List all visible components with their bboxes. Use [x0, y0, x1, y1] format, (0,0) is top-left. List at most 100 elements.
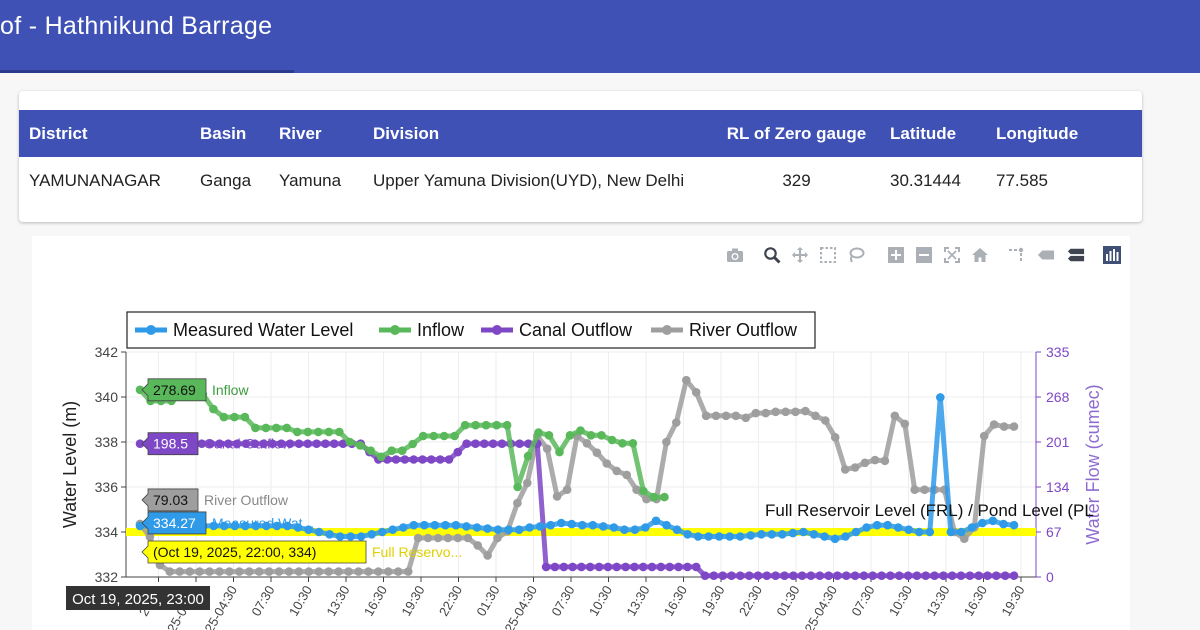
- hover-name: River Outflow: [204, 492, 289, 508]
- river-outflow-point: [840, 465, 850, 474]
- measured-water-level-point: [799, 527, 808, 537]
- y2-tick-label: 335: [1046, 344, 1070, 360]
- inflow-point: [460, 420, 470, 430]
- canal-outflow-point: [435, 455, 445, 464]
- measured-water-level-point: [883, 520, 892, 530]
- river-outflow-point: [473, 541, 483, 550]
- inflow-point: [209, 404, 218, 414]
- measured-water-level-point: [893, 523, 903, 532]
- hover-name: Inflow: [212, 382, 249, 398]
- canal-outflow-point: [488, 439, 498, 448]
- measured-water-level-point: [430, 520, 440, 530]
- river-outflow-point: [195, 567, 204, 576]
- river-outflow-point: [920, 485, 929, 494]
- measured-water-level-point: [872, 520, 882, 530]
- measured-water-level-point: [620, 525, 629, 534]
- hover-name: Full Reservo...: [372, 544, 462, 560]
- river-outflow-point: [850, 463, 860, 472]
- inflow-point: [345, 437, 355, 447]
- measured-water-level-point: [399, 523, 408, 532]
- legend-label: Canal Outflow: [519, 320, 633, 340]
- river-outflow-point: [165, 567, 175, 576]
- y2-tick-label: 134: [1046, 479, 1070, 495]
- inflow-point: [555, 447, 564, 457]
- river-outflow-point: [493, 533, 502, 543]
- river-outflow-point: [890, 411, 900, 421]
- chart-card: 332 334 336 338 340 342 0 67 134 201 268 335 Water L…: [32, 236, 1130, 630]
- river-outflow-point: [254, 567, 264, 576]
- measured-water-level-point: [409, 520, 419, 530]
- x-tick-label: 07:30: [548, 583, 577, 619]
- canal-outflow-point: [753, 571, 763, 580]
- river-outflow-point: [1009, 422, 1019, 431]
- river-outflow-point: [612, 466, 621, 476]
- x-tick-label: 07:30: [848, 583, 877, 619]
- canal-outflow-point: [912, 571, 922, 580]
- canal-outflow-point: [621, 562, 630, 572]
- canal-outflow-point: [665, 562, 674, 572]
- x-tick-label: 13:30: [323, 583, 352, 619]
- measured-water-level-point: [451, 520, 461, 530]
- y2-axis-title: Water Flow (cumec): [1083, 384, 1103, 544]
- inflow-point: [303, 427, 313, 437]
- measured-water-level-point: [493, 525, 503, 534]
- canal-outflow-point: [418, 455, 427, 464]
- inflow-point: [251, 423, 260, 433]
- legend-swatch-marker: [662, 325, 672, 335]
- river-outflow-point: [761, 408, 770, 418]
- canal-outflow-point: [859, 571, 869, 580]
- river-outflow-point: [324, 567, 334, 576]
- river-outflow-point: [731, 411, 741, 421]
- inflow-point: [649, 492, 659, 502]
- inflow-point: [219, 412, 229, 422]
- river-outflow-point: [215, 567, 224, 576]
- river-outflow-point: [245, 567, 254, 576]
- inflow-point: [429, 431, 439, 441]
- cell-rl-zero-gauge: 329: [782, 170, 811, 190]
- canal-outflow-point: [585, 562, 595, 572]
- canal-outflow-point: [453, 447, 463, 457]
- canal-outflow-point: [947, 571, 957, 580]
- river-outflow-point: [602, 459, 612, 468]
- measured-water-level-point: [788, 528, 798, 538]
- y-tick-label: 332: [95, 569, 119, 585]
- x-tick-label: 01:30: [473, 583, 502, 619]
- river-outflow-point: [691, 388, 701, 397]
- measured-water-level-point: [483, 524, 492, 533]
- river-outflow-point: [751, 408, 761, 418]
- measured-water-level-point: [641, 523, 650, 532]
- y-tick-label: 340: [95, 389, 119, 405]
- canal-outflow-point: [903, 571, 913, 580]
- hover-value: (Oct 19, 2025, 22:00, 334): [153, 544, 316, 560]
- measured-water-level-point: [851, 527, 861, 537]
- canal-outflow-point: [789, 571, 798, 580]
- river-outflow-point: [999, 422, 1009, 431]
- canal-outflow-point: [462, 439, 471, 448]
- y2-tick-label: 201: [1046, 434, 1070, 450]
- hover-label-canal: 198.5 Canal Outflow: [141, 432, 293, 456]
- river-outflow-point: [870, 455, 880, 465]
- canal-outflow-point: [559, 562, 569, 572]
- canal-outflow-point: [921, 571, 930, 580]
- x-tick-label: 22:30: [736, 583, 765, 619]
- hover-value: 278.69: [153, 382, 196, 398]
- legend-swatch-marker: [146, 325, 156, 335]
- measured-water-level-point: [651, 516, 661, 526]
- x-tick-label: 10:30: [586, 583, 615, 619]
- canal-outflow-point: [638, 562, 648, 572]
- canal-outflow-point: [321, 439, 330, 448]
- water-level-chart[interactable]: 332 334 336 338 340 342 0 67 134 201 268 335 Water L…: [32, 236, 1130, 630]
- measured-water-level-point: [725, 532, 734, 541]
- legend-swatch-marker: [492, 325, 502, 335]
- measured-water-level-point: [672, 525, 682, 534]
- inflow-point: [376, 452, 386, 462]
- measured-water-level-point: [630, 525, 640, 534]
- x-tick-label: 13:30: [623, 583, 652, 619]
- river-outflow-point: [314, 567, 324, 576]
- canal-outflow-point: [868, 571, 877, 580]
- cell-basin: Ganga: [200, 170, 252, 190]
- river-outflow-point: [374, 567, 383, 576]
- inflow-point: [513, 482, 522, 492]
- app-header: of - Hathnikund Barrage: [0, 0, 1200, 73]
- measured-water-level-point: [504, 525, 513, 534]
